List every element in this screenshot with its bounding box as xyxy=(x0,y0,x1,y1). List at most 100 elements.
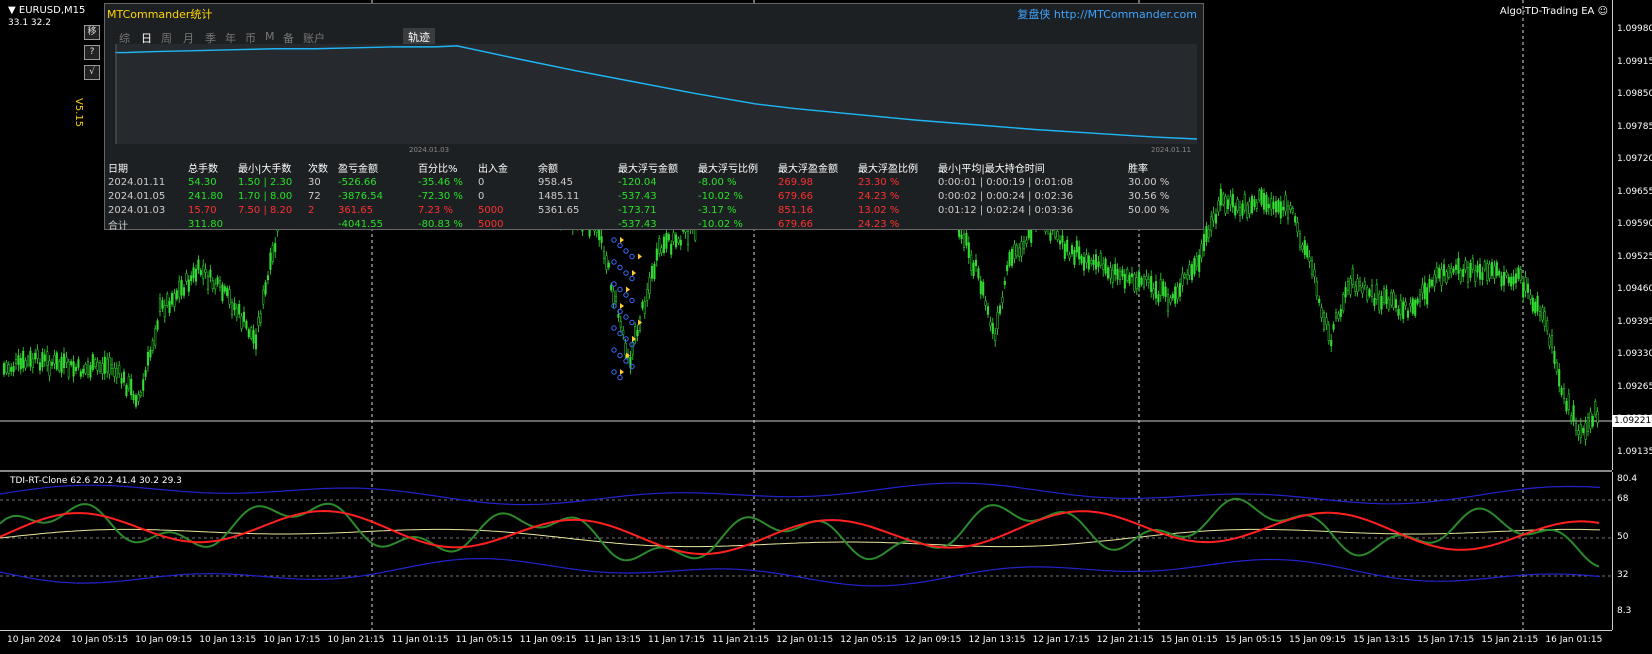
candle-body xyxy=(1332,324,1335,330)
candle-body xyxy=(1128,274,1131,284)
candle-body xyxy=(245,321,248,329)
candle-body xyxy=(1519,269,1522,281)
candle-body xyxy=(120,377,123,384)
candle-body xyxy=(1150,276,1153,293)
candle-body xyxy=(67,361,70,378)
candle-body xyxy=(1135,277,1138,290)
candle-body xyxy=(1253,199,1256,207)
candle-body xyxy=(1094,254,1098,270)
price-tick: 1.09850 xyxy=(1617,89,1652,99)
candle-body xyxy=(662,236,666,253)
candle-body xyxy=(1354,285,1357,292)
stats-cell: -526.66 xyxy=(338,176,377,188)
candle-body xyxy=(600,236,603,243)
move-button[interactable]: 移 xyxy=(84,25,100,40)
candle-body xyxy=(665,233,668,249)
time-tick: 12 Jan 17:15 xyxy=(1032,635,1090,645)
candle-body xyxy=(1476,265,1479,273)
candle-body xyxy=(1157,294,1160,303)
dropdown-triangle-icon[interactable]: ▼ xyxy=(8,5,19,16)
candle-body xyxy=(130,378,133,396)
stats-cell: 最大浮盈金额 xyxy=(778,164,838,175)
candle-body xyxy=(1169,297,1172,303)
candle-body xyxy=(1500,275,1503,287)
candle-body xyxy=(1234,205,1237,216)
candle-body xyxy=(982,281,985,296)
price-tick: 1.09265 xyxy=(1617,381,1652,392)
price-tick: 1.09460 xyxy=(1617,284,1652,294)
candle-body xyxy=(125,385,128,396)
time-tick: 11 Jan 09:15 xyxy=(519,635,577,645)
candle-body xyxy=(1085,254,1088,263)
tab-7[interactable]: M xyxy=(265,30,275,43)
candle-body xyxy=(1430,279,1434,287)
stats-cell: 2024.01.11 xyxy=(108,176,166,188)
candle-body xyxy=(180,279,183,296)
candle-body xyxy=(641,301,644,309)
candle-body xyxy=(139,392,142,396)
equity-line xyxy=(115,45,1197,140)
candle-body xyxy=(118,365,121,374)
panel-site-link[interactable]: 复盘侠 http://MTCommander.com xyxy=(1017,6,1197,22)
candle-body xyxy=(7,364,10,374)
help-button[interactable]: ? xyxy=(84,45,100,60)
ea-name-label: Algo-TD-Trading EA ☺ xyxy=(1499,6,1608,17)
candle-body xyxy=(1118,271,1122,281)
stats-cell: -120.04 xyxy=(618,176,657,188)
candle-body xyxy=(238,303,241,315)
candle-body xyxy=(1080,255,1083,264)
candle-body xyxy=(1358,281,1362,287)
candle-body xyxy=(1255,202,1258,209)
stats-cell: 日期 xyxy=(108,164,128,175)
candle-body xyxy=(643,301,646,314)
indicator-level-label: 68 xyxy=(1617,494,1629,504)
time-tick: 12 Jan 05:15 xyxy=(840,635,898,645)
candle-body xyxy=(979,280,982,295)
candle-body xyxy=(1457,258,1460,274)
time-axis[interactable]: 10 Jan 2024 10 Jan 05:15 10 Jan 09:15 10 Ja… xyxy=(0,630,1612,654)
candle-body xyxy=(1010,248,1014,266)
candle-body xyxy=(1258,190,1261,201)
candle-body xyxy=(1306,245,1309,258)
candle-body xyxy=(1378,293,1381,311)
candle-body xyxy=(1078,246,1081,260)
candle-body xyxy=(1387,298,1390,310)
trade-marker xyxy=(611,259,617,265)
trade-marker xyxy=(617,286,623,293)
price-scale[interactable]: 1.09980 1.09915 1.09850 1.09785 1.09720 1.096… xyxy=(1612,0,1652,470)
stats-cell: -72.30 % xyxy=(418,190,463,202)
candle-body xyxy=(226,287,229,296)
candle-body xyxy=(175,290,178,300)
time-tick: 11 Jan 01:15 xyxy=(391,635,449,645)
candle-body xyxy=(1181,273,1184,286)
check-button[interactable]: √ xyxy=(84,65,100,80)
candle-body xyxy=(972,262,975,277)
trade-marker xyxy=(617,264,623,271)
candle-body xyxy=(1462,269,1465,277)
trade-marker xyxy=(617,352,623,359)
candle-body xyxy=(1394,299,1398,308)
candle-body xyxy=(1562,388,1566,399)
trade-marker xyxy=(611,303,617,309)
candle-body xyxy=(1315,280,1318,297)
candle-body xyxy=(1020,241,1023,257)
candle-body xyxy=(166,293,169,306)
candle-body xyxy=(10,367,13,372)
indicator-scale[interactable]: 80.4 68 50 32 8.3 xyxy=(1612,472,1652,630)
candle-body xyxy=(19,358,22,370)
indicator-chart[interactable] xyxy=(0,472,1612,630)
candle-body xyxy=(1318,298,1321,303)
stats-cell: 851.16 xyxy=(778,204,813,216)
candle-body xyxy=(1193,258,1196,275)
candle-body xyxy=(1402,301,1405,319)
candle-body xyxy=(1152,288,1155,295)
candle-body xyxy=(677,238,680,244)
candle-body xyxy=(240,315,243,330)
candle-body xyxy=(2,363,6,375)
candle-body xyxy=(199,270,202,275)
candle-body xyxy=(1195,256,1198,267)
candle-body xyxy=(192,267,195,279)
trade-marker xyxy=(629,275,635,282)
candle-body xyxy=(1154,281,1158,299)
candle-body xyxy=(17,355,20,365)
